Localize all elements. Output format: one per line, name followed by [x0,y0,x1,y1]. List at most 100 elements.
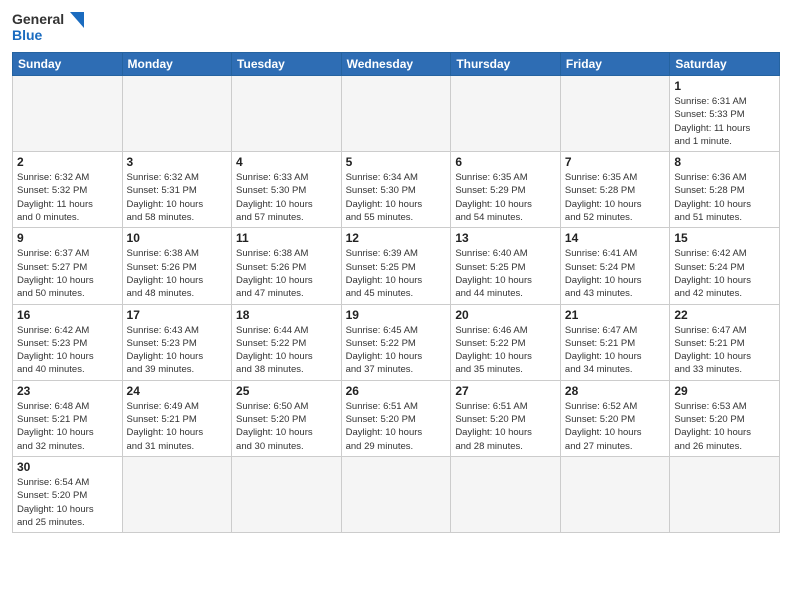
day-number: 7 [565,155,665,169]
week-row-4: 16Sunrise: 6:42 AM Sunset: 5:23 PM Dayli… [13,304,780,380]
weekday-sunday: Sunday [13,53,123,76]
day-info: Sunrise: 6:51 AM Sunset: 5:20 PM Dayligh… [346,400,447,453]
day-number: 5 [346,155,447,169]
day-number: 18 [236,308,337,322]
day-cell: 24 Sunrise: 6:49 AM Sunset: 5:21 PM Dayli… [122,380,232,456]
day-number: 14 [565,231,665,245]
day-cell: 15 Sunrise: 6:42 AM Sunset: 5:24 PM Dayli… [670,228,780,304]
svg-text:General: General [12,11,64,27]
day-cell: 6 Sunrise: 6:35 AM Sunset: 5:29 PM Daylig… [451,152,561,228]
day-cell: 8 Sunrise: 6:36 AM Sunset: 5:28 PM Daylig… [670,152,780,228]
day-number: 2 [17,155,118,169]
day-number: 4 [236,155,337,169]
weekday-friday: Friday [560,53,669,76]
day-info: Sunrise: 6:36 AM Sunset: 5:28 PM Dayligh… [674,171,775,224]
day-info: Sunrise: 6:47 AM Sunset: 5:21 PM Dayligh… [565,324,665,377]
day-cell: 14Sunrise: 6:41 AM Sunset: 5:24 PM Dayli… [560,228,669,304]
svg-text:Blue: Blue [12,27,43,43]
day-number: 29 [674,384,775,398]
day-info: Sunrise: 6:50 AM Sunset: 5:20 PM Dayligh… [236,400,337,453]
day-number: 12 [346,231,447,245]
weekday-saturday: Saturday [670,53,780,76]
logo-icon: GeneralBlue [12,10,92,44]
day-cell: 11Sunrise: 6:38 AM Sunset: 5:26 PM Dayli… [232,228,342,304]
day-info: Sunrise: 6:47 AM Sunset: 5:21 PM Dayligh… [674,324,775,377]
week-row-5: 23Sunrise: 6:48 AM Sunset: 5:21 PM Dayli… [13,380,780,456]
day-info: Sunrise: 6:39 AM Sunset: 5:25 PM Dayligh… [346,247,447,300]
day-number: 24 [127,384,228,398]
day-cell [560,456,669,532]
day-cell: 2Sunrise: 6:32 AM Sunset: 5:32 PM Daylig… [13,152,123,228]
day-cell [13,76,123,152]
day-number: 23 [17,384,118,398]
logo: GeneralBlue [12,10,92,44]
weekday-wednesday: Wednesday [341,53,451,76]
day-cell: 22 Sunrise: 6:47 AM Sunset: 5:21 PM Dayli… [670,304,780,380]
day-info: Sunrise: 6:31 AM Sunset: 5:33 PM Dayligh… [674,95,775,148]
day-cell [341,76,451,152]
weekday-monday: Monday [122,53,232,76]
day-number: 8 [674,155,775,169]
day-cell: 30 Sunrise: 6:54 AM Sunset: 5:20 PM Dayli… [13,456,123,532]
day-info: Sunrise: 6:49 AM Sunset: 5:21 PM Dayligh… [127,400,228,453]
day-cell [451,76,561,152]
day-cell: 21 Sunrise: 6:47 AM Sunset: 5:21 PM Dayli… [560,304,669,380]
day-number: 17 [127,308,228,322]
day-cell: 20Sunrise: 6:46 AM Sunset: 5:22 PM Dayli… [451,304,561,380]
day-info: Sunrise: 6:45 AM Sunset: 5:22 PM Dayligh… [346,324,447,377]
day-cell: 17 Sunrise: 6:43 AM Sunset: 5:23 PM Dayli… [122,304,232,380]
day-cell [451,456,561,532]
day-number: 26 [346,384,447,398]
day-cell: 7 Sunrise: 6:35 AM Sunset: 5:28 PM Daylig… [560,152,669,228]
day-cell [232,76,342,152]
day-cell: 18Sunrise: 6:44 AM Sunset: 5:22 PM Dayli… [232,304,342,380]
day-cell: 29 Sunrise: 6:53 AM Sunset: 5:20 PM Dayli… [670,380,780,456]
weekday-thursday: Thursday [451,53,561,76]
day-cell [122,76,232,152]
weekday-header-row: SundayMondayTuesdayWednesdayThursdayFrid… [13,53,780,76]
day-cell [560,76,669,152]
day-number: 19 [346,308,447,322]
day-cell: 23Sunrise: 6:48 AM Sunset: 5:21 PM Dayli… [13,380,123,456]
day-number: 28 [565,384,665,398]
day-cell [122,456,232,532]
day-cell: 12 Sunrise: 6:39 AM Sunset: 5:25 PM Dayli… [341,228,451,304]
day-number: 27 [455,384,556,398]
day-number: 1 [674,79,775,93]
week-row-3: 9Sunrise: 6:37 AM Sunset: 5:27 PM Daylig… [13,228,780,304]
day-cell: 16Sunrise: 6:42 AM Sunset: 5:23 PM Dayli… [13,304,123,380]
day-info: Sunrise: 6:33 AM Sunset: 5:30 PM Dayligh… [236,171,337,224]
day-info: Sunrise: 6:51 AM Sunset: 5:20 PM Dayligh… [455,400,556,453]
day-cell: 28 Sunrise: 6:52 AM Sunset: 5:20 PM Dayli… [560,380,669,456]
day-number: 25 [236,384,337,398]
day-info: Sunrise: 6:38 AM Sunset: 5:26 PM Dayligh… [127,247,228,300]
day-number: 30 [17,460,118,474]
day-info: Sunrise: 6:52 AM Sunset: 5:20 PM Dayligh… [565,400,665,453]
calendar-page: GeneralBlue SundayMondayTuesdayWednesday… [0,0,792,612]
day-info: Sunrise: 6:35 AM Sunset: 5:28 PM Dayligh… [565,171,665,224]
day-cell [341,456,451,532]
day-info: Sunrise: 6:53 AM Sunset: 5:20 PM Dayligh… [674,400,775,453]
day-cell [232,456,342,532]
day-info: Sunrise: 6:43 AM Sunset: 5:23 PM Dayligh… [127,324,228,377]
day-cell: 1 Sunrise: 6:31 AM Sunset: 5:33 PM Daylig… [670,76,780,152]
day-number: 10 [127,231,228,245]
day-cell: 4 Sunrise: 6:33 AM Sunset: 5:30 PM Daylig… [232,152,342,228]
day-cell [670,456,780,532]
day-info: Sunrise: 6:54 AM Sunset: 5:20 PM Dayligh… [17,476,118,529]
day-number: 16 [17,308,118,322]
day-info: Sunrise: 6:32 AM Sunset: 5:31 PM Dayligh… [127,171,228,224]
day-number: 22 [674,308,775,322]
week-row-6: 30 Sunrise: 6:54 AM Sunset: 5:20 PM Dayli… [13,456,780,532]
day-info: Sunrise: 6:34 AM Sunset: 5:30 PM Dayligh… [346,171,447,224]
day-cell: 3Sunrise: 6:32 AM Sunset: 5:31 PM Daylig… [122,152,232,228]
day-cell: 10 Sunrise: 6:38 AM Sunset: 5:26 PM Dayli… [122,228,232,304]
day-number: 20 [455,308,556,322]
day-info: Sunrise: 6:37 AM Sunset: 5:27 PM Dayligh… [17,247,118,300]
day-info: Sunrise: 6:35 AM Sunset: 5:29 PM Dayligh… [455,171,556,224]
day-info: Sunrise: 6:42 AM Sunset: 5:24 PM Dayligh… [674,247,775,300]
day-number: 21 [565,308,665,322]
day-number: 6 [455,155,556,169]
day-number: 11 [236,231,337,245]
day-number: 15 [674,231,775,245]
